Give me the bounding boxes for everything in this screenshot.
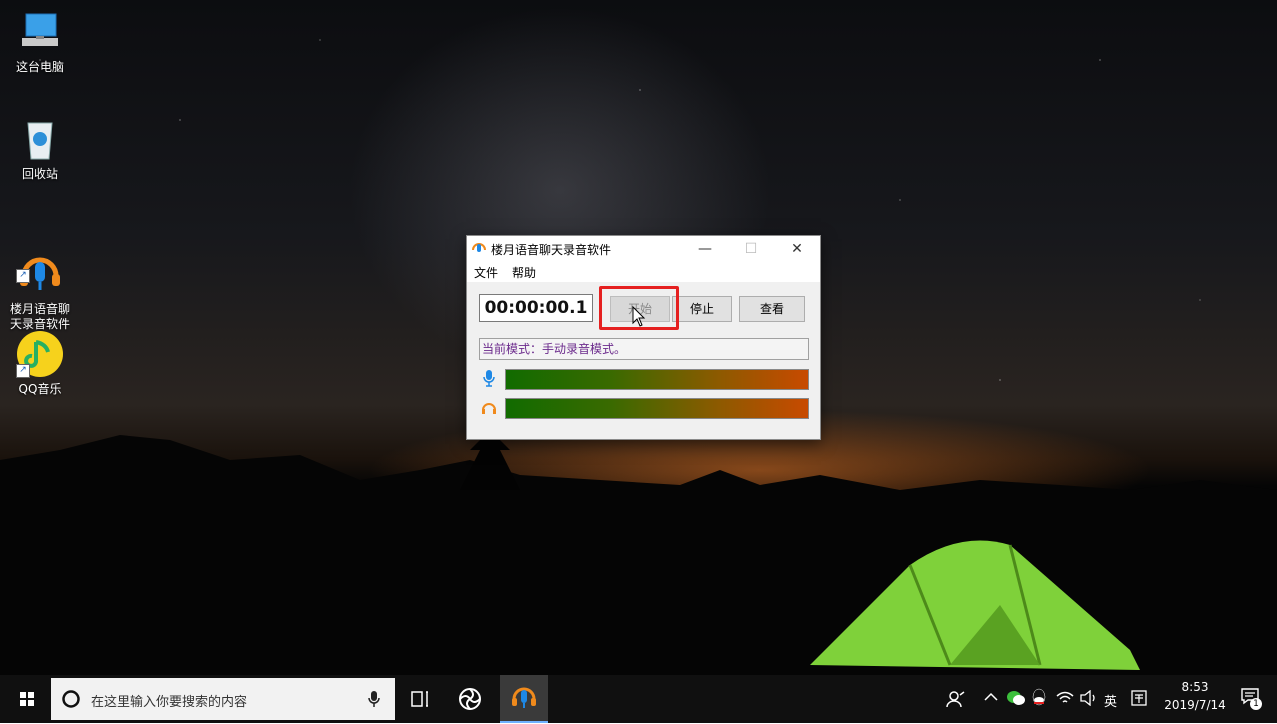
timer-display: 00:00:00.1 — [479, 294, 593, 322]
taskbar: 在这里输入你要搜索的内容 英 8:53 2019/7/14 1 — [0, 675, 1277, 723]
desktop-icon-qq-music[interactable]: ↗ QQ音乐 — [5, 330, 75, 397]
desktop-icon-recycle-bin[interactable]: 回收站 — [5, 115, 75, 182]
clock-date: 2019/7/14 — [1164, 698, 1226, 712]
mode-status: 当前模式：手动录音模式。 — [479, 338, 809, 360]
maximize-button[interactable]: ☐ — [728, 236, 774, 262]
speaker-level-meter — [505, 398, 809, 419]
action-center-button[interactable]: 1 — [1240, 687, 1264, 711]
wechat-icon[interactable] — [1006, 689, 1026, 707]
people-icon[interactable] — [946, 689, 966, 709]
chevron-up-icon[interactable] — [984, 691, 998, 703]
desktop-icon-recorder[interactable]: ↗ 楼月语音聊 天录音软件 — [5, 220, 75, 332]
desktop-icon-label: 这台电脑 — [15, 60, 64, 74]
qq-icon[interactable] — [1030, 688, 1048, 708]
title-bar[interactable]: 楼月语音聊天录音软件 — ☐ ✕ — [467, 236, 820, 262]
minimize-button[interactable]: — — [682, 236, 728, 262]
ime-mode-icon[interactable] — [1130, 689, 1148, 707]
task-view-icon[interactable] — [396, 675, 444, 723]
desktop-icon-this-pc[interactable]: 这台电脑 — [5, 8, 75, 75]
search-box[interactable]: 在这里输入你要搜索的内容 — [51, 678, 395, 720]
pinwheel-app-icon[interactable] — [446, 675, 494, 723]
recorder-window[interactable]: 楼月语音聊天录音软件 — ☐ ✕ 文件 帮助 00:00:00.1 开始 停止 … — [466, 235, 821, 440]
mouse-cursor-icon — [632, 306, 646, 327]
search-placeholder: 在这里输入你要搜索的内容 — [91, 695, 248, 710]
recycle-bin-icon — [16, 115, 64, 163]
headset-mic-icon — [512, 687, 536, 708]
microphone-icon — [483, 370, 495, 387]
tent-image — [810, 540, 1140, 670]
microphone-level-meter — [505, 369, 809, 390]
windows-start-icon[interactable] — [3, 675, 51, 723]
cortana-icon — [62, 690, 80, 708]
clock[interactable]: 8:53 2019/7/14 — [1160, 680, 1230, 712]
notification-badge: 1 — [1250, 698, 1262, 710]
clock-time: 8:53 — [1181, 680, 1209, 694]
view-button[interactable]: 查看 — [739, 296, 805, 322]
computer-icon — [16, 8, 64, 56]
volume-icon[interactable] — [1080, 690, 1098, 706]
menu-bar: 文件 帮助 — [467, 262, 820, 282]
menu-help[interactable]: 帮助 — [512, 264, 536, 281]
ime-indicator[interactable]: 英 — [1104, 691, 1117, 710]
desktop-icon-label: 楼月语音聊 天录音软件 — [9, 302, 70, 331]
close-button[interactable]: ✕ — [774, 236, 820, 262]
taskbar-recorder-app[interactable] — [500, 675, 548, 723]
menu-file[interactable]: 文件 — [474, 264, 498, 281]
headset-mic-icon: ↗ — [16, 235, 64, 290]
wifi-icon[interactable] — [1056, 690, 1074, 706]
desktop-icon-label: 回收站 — [21, 167, 58, 181]
shortcut-arrow-icon: ↗ — [16, 364, 30, 378]
qq-music-icon: ↗ — [16, 330, 64, 378]
app-icon — [472, 243, 486, 252]
desktop-icon-label: QQ音乐 — [18, 382, 62, 396]
window-title: 楼月语音聊天录音软件 — [491, 243, 612, 257]
stop-button[interactable]: 停止 — [672, 296, 732, 322]
shortcut-arrow-icon: ↗ — [16, 269, 30, 283]
microphone-icon[interactable] — [367, 690, 381, 708]
headphones-icon — [482, 403, 496, 414]
